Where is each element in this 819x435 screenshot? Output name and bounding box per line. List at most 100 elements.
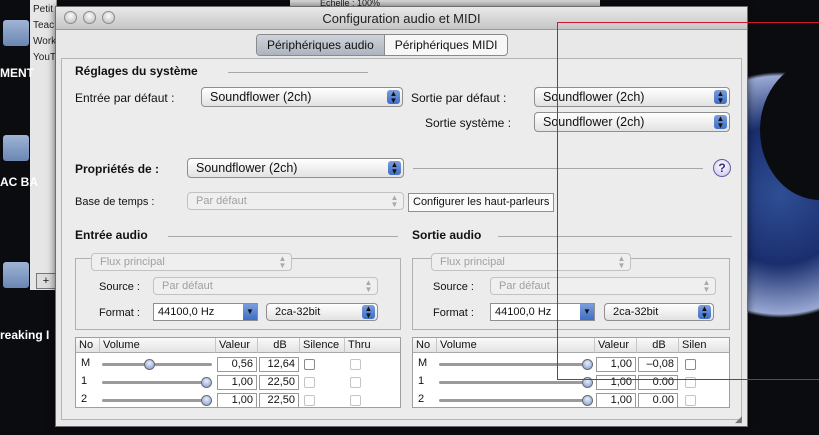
folder-icon[interactable] bbox=[3, 20, 29, 46]
volume-slider-knob[interactable] bbox=[582, 377, 593, 388]
value-field[interactable]: 1,00 bbox=[596, 357, 636, 372]
input-rate-combo[interactable]: 44100,0 Hz ▼ bbox=[153, 303, 258, 321]
folder-icon[interactable] bbox=[3, 262, 29, 288]
volume-slider-knob[interactable] bbox=[582, 359, 593, 370]
input-bits-value: 2ca-32bit bbox=[275, 306, 321, 318]
output-bits-popup[interactable]: 2ca-32bit ▲ ▼ bbox=[604, 303, 714, 321]
properties-device-popup[interactable]: Soundflower (2ch) ▲ ▼ bbox=[187, 158, 404, 178]
db-field[interactable]: 0.00 bbox=[638, 375, 678, 390]
timebase-label: Base de temps : bbox=[75, 196, 155, 208]
column-header[interactable]: No bbox=[76, 338, 100, 353]
column-header[interactable]: Silen bbox=[679, 338, 729, 353]
desktop-item-label[interactable]: MENT bbox=[0, 66, 34, 80]
column-header[interactable]: Volume bbox=[100, 338, 216, 353]
channel-number: M bbox=[81, 357, 91, 369]
mute-checkbox[interactable] bbox=[685, 359, 696, 370]
mute-checkbox[interactable] bbox=[304, 377, 315, 388]
output-rate-combo[interactable]: 44100,0 Hz ▼ bbox=[490, 303, 595, 321]
db-field[interactable]: 0.00 bbox=[638, 393, 678, 407]
tab-audio-devices[interactable]: Périphériques audio bbox=[257, 35, 385, 55]
output-source-value: Par défaut bbox=[499, 280, 550, 292]
column-header[interactable]: Valeur bbox=[216, 338, 258, 353]
db-field[interactable]: 22,50 bbox=[259, 375, 299, 390]
help-button[interactable]: ? bbox=[713, 159, 731, 177]
input-source-value: Par défaut bbox=[162, 280, 213, 292]
volume-slider-knob[interactable] bbox=[143, 359, 155, 370]
audio-midi-window: Configuration audio et MIDI Périphérique… bbox=[55, 6, 748, 427]
output-source-popup[interactable]: Par défaut ▲ ▼ bbox=[490, 277, 716, 295]
volume-slider-knob[interactable] bbox=[582, 395, 593, 406]
device-tabs: Périphériques audio Périphériques MIDI bbox=[256, 34, 509, 56]
table-row: M 1,00 –0,08 bbox=[413, 356, 729, 373]
input-stream-value: Flux principal bbox=[100, 256, 165, 268]
output-stream-popup[interactable]: Flux principal ▲ ▼ bbox=[431, 253, 631, 271]
column-header[interactable]: No bbox=[413, 338, 437, 353]
popup-arrows-icon: ▲ ▼ bbox=[387, 90, 400, 105]
system-output-label: Sortie système : bbox=[425, 116, 512, 130]
input-default-value: Soundflower (2ch) bbox=[210, 90, 312, 104]
column-header[interactable]: dB bbox=[637, 338, 679, 353]
thru-checkbox[interactable] bbox=[350, 395, 361, 406]
volume-slider-track[interactable] bbox=[102, 363, 212, 366]
properties-device-value: Soundflower (2ch) bbox=[196, 161, 298, 175]
input-default-label: Entrée par défaut : bbox=[75, 91, 175, 105]
thru-checkbox[interactable] bbox=[350, 377, 361, 388]
input-source-popup[interactable]: Par défaut ▲ ▼ bbox=[153, 277, 378, 295]
db-field[interactable]: 22,50 bbox=[259, 393, 299, 407]
input-source-label: Source : bbox=[99, 281, 140, 293]
background-list-item[interactable]: YouT bbox=[33, 52, 56, 63]
input-bits-popup[interactable]: 2ca-32bit ▲ ▼ bbox=[266, 303, 378, 321]
column-header[interactable]: Thru bbox=[345, 338, 400, 353]
column-header[interactable]: Volume bbox=[437, 338, 595, 353]
mute-checkbox[interactable] bbox=[304, 359, 315, 370]
tab-midi-devices[interactable]: Périphériques MIDI bbox=[385, 35, 508, 55]
column-header[interactable]: Silence bbox=[300, 338, 345, 353]
folder-icon[interactable] bbox=[3, 135, 29, 161]
system-output-popup[interactable]: Soundflower (2ch) ▲ ▼ bbox=[534, 112, 730, 132]
value-field[interactable]: 1,00 bbox=[217, 375, 257, 390]
volume-slider-track[interactable] bbox=[102, 399, 212, 402]
volume-slider-track[interactable] bbox=[439, 381, 593, 384]
output-source-label: Source : bbox=[433, 281, 474, 293]
mute-checkbox[interactable] bbox=[685, 377, 696, 388]
db-field[interactable]: –0,08 bbox=[638, 357, 678, 372]
column-header[interactable]: Valeur bbox=[595, 338, 637, 353]
table-row: M 0,56 12,64 bbox=[76, 356, 400, 373]
resize-grip-icon[interactable]: ◢ bbox=[735, 414, 745, 424]
desktop-item-label[interactable]: AC BA bbox=[0, 175, 38, 189]
value-field[interactable]: 0,56 bbox=[217, 357, 257, 372]
output-channels-table: No Volume Valeur dB Silen M 1,00 –0,08 1 1,0… bbox=[412, 337, 730, 408]
volume-slider-knob[interactable] bbox=[201, 395, 212, 406]
value-field[interactable]: 1,00 bbox=[596, 375, 636, 390]
output-default-popup[interactable]: Soundflower (2ch) ▲ ▼ bbox=[534, 87, 730, 107]
popup-arrows-icon: ▲ ▼ bbox=[278, 254, 287, 270]
volume-slider-track[interactable] bbox=[102, 381, 212, 384]
configure-speakers-button[interactable]: Configurer les haut-parleurs bbox=[408, 193, 555, 212]
title-bar[interactable]: Configuration audio et MIDI bbox=[56, 7, 747, 30]
input-default-popup[interactable]: Soundflower (2ch) ▲ ▼ bbox=[201, 87, 403, 107]
popup-arrows-icon: ▲ ▼ bbox=[698, 305, 711, 320]
window-title: Configuration audio et MIDI bbox=[322, 11, 481, 26]
desktop-item-label[interactable]: reaking I bbox=[0, 328, 49, 342]
popup-arrows-icon: ▲ ▼ bbox=[364, 278, 373, 294]
background-list-item[interactable]: Teac bbox=[33, 20, 54, 31]
mute-checkbox[interactable] bbox=[304, 395, 315, 406]
db-field[interactable]: 12,64 bbox=[259, 357, 299, 372]
volume-slider-track[interactable] bbox=[439, 363, 593, 366]
popup-arrows-icon: ▲ ▼ bbox=[714, 115, 727, 130]
value-field[interactable]: 1,00 bbox=[217, 393, 257, 407]
thru-checkbox[interactable] bbox=[350, 359, 361, 370]
timebase-popup[interactable]: Par défaut ▲ ▼ bbox=[187, 192, 404, 210]
channel-number: 1 bbox=[81, 375, 88, 387]
volume-slider-knob[interactable] bbox=[201, 377, 212, 388]
output-rate-value: 44100,0 Hz bbox=[495, 306, 552, 318]
input-channels-table: No Volume Valeur dB Silence Thru M 0,56 12… bbox=[75, 337, 401, 408]
input-stream-popup[interactable]: Flux principal ▲ ▼ bbox=[91, 253, 292, 271]
column-header[interactable]: dB bbox=[258, 338, 300, 353]
volume-slider-track[interactable] bbox=[439, 399, 593, 402]
background-list-item[interactable]: Petit bbox=[33, 4, 53, 15]
background-list-item[interactable]: Work bbox=[33, 36, 56, 47]
value-field[interactable]: 1,00 bbox=[596, 393, 636, 407]
mute-checkbox[interactable] bbox=[685, 395, 696, 406]
add-button[interactable]: + bbox=[36, 273, 56, 289]
